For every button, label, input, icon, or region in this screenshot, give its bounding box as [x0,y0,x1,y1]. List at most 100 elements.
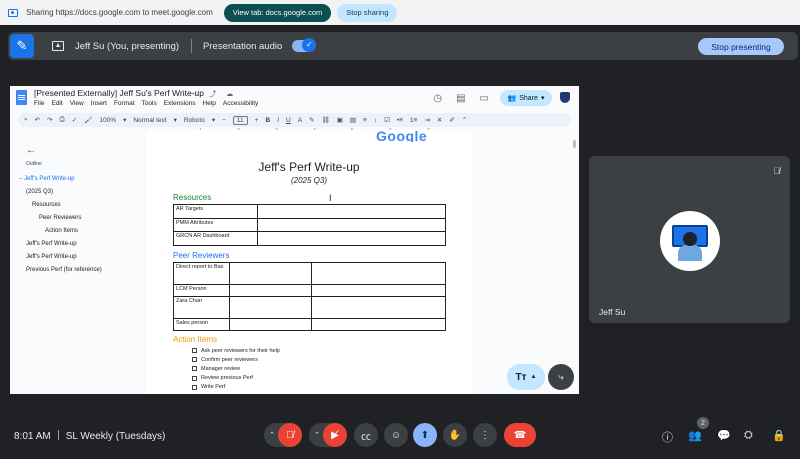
checkbox[interactable] [192,366,197,372]
host-controls-icon[interactable]: 🔒 [772,429,786,442]
leave-call-button[interactable]: ☎ [504,423,536,447]
table-cell[interactable] [311,262,446,285]
table-cell[interactable] [311,318,446,331]
meet-call-icon[interactable]: ▭ [480,93,489,104]
checkbox[interactable] [192,375,197,381]
raise-hand-button[interactable]: ✋ [443,423,467,447]
table-cell[interactable] [229,318,312,331]
activities-icon[interactable]: ⛭ [744,429,753,442]
back-arrow-icon[interactable]: ← [26,145,36,156]
search-menus-icon[interactable]: ⌕ [24,116,28,124]
table-cell[interactable]: PMM Attributes [173,217,258,232]
captions-button[interactable]: ㏄ [354,423,378,447]
paint-format-icon[interactable]: 🖌 [84,116,92,124]
camera-toggle-button[interactable]: ▶̸ [323,423,347,447]
spellcheck-icon[interactable]: ✓ [72,116,77,124]
outline-item[interactable]: Action Items [45,228,78,234]
outline-item[interactable]: Jeff's Perf Write-up [26,254,77,260]
account-avatar-icon[interactable] [560,92,570,103]
table-cell[interactable] [257,231,446,246]
people-icon[interactable]: 👥 [688,429,702,442]
table-cell[interactable] [229,262,312,285]
meeting-details-icon[interactable]: ⓘ [662,429,673,445]
italic-icon[interactable]: I [277,117,279,124]
stop-sharing-button[interactable]: Stop sharing [337,3,398,22]
clear-format-icon[interactable]: ✕ [437,116,442,124]
table-cell[interactable]: Direct report to Bas [173,262,230,285]
presentation-audio-toggle[interactable] [292,38,317,52]
text-color-icon[interactable]: A [298,117,302,124]
zoom-select[interactable]: 100% [99,117,116,124]
docs-scrollbar[interactable] [573,140,576,148]
menu-file[interactable]: File [34,100,44,107]
docs-logo-icon[interactable] [16,90,27,105]
meet-companion-icon[interactable]: ✎ [10,34,34,58]
table-cell[interactable] [229,284,312,297]
table-cell[interactable] [311,284,446,297]
table-cell[interactable]: AR Targets [173,204,258,219]
decrease-font-icon[interactable]: − [222,117,226,124]
outline-item[interactable]: Jeff's Perf Write-up [26,241,77,247]
bullet-list-icon[interactable]: •≡ [397,117,403,124]
view-tab-button[interactable]: View tab: docs.google.com [223,3,332,22]
document-title[interactable]: [Presented Externally] Jeff Su's Perf Wr… [34,88,204,98]
more-options-button[interactable]: ⋮ [473,423,497,447]
menu-help[interactable]: Help [203,100,216,107]
font-size-input[interactable]: 11 [232,115,248,125]
table-cell[interactable] [257,204,446,219]
numbered-list-icon[interactable]: 1≡ [410,117,417,124]
menu-insert[interactable]: Insert [91,100,107,107]
menu-format[interactable]: Format [114,100,135,107]
undo-icon[interactable]: ↶ [35,116,40,124]
table-cell[interactable] [229,296,312,319]
print-icon[interactable]: ⎙ [60,116,65,124]
menu-edit[interactable]: Edit [51,100,62,107]
increase-font-icon[interactable]: + [255,117,259,124]
redo-icon[interactable]: ↷ [47,116,52,124]
add-comment-icon[interactable]: ▣ [337,116,343,124]
caption-text-size-button[interactable]: Tт ▲ [507,364,545,390]
indent-icon[interactable]: ⇥ [424,116,429,124]
chat-icon[interactable]: 💬 [717,429,731,442]
menu-extensions[interactable]: Extensions [164,100,196,107]
font-select[interactable]: Roboto [184,117,205,124]
outline-item[interactable]: (2025 Q3) [26,189,53,195]
table-cell[interactable]: Zara Chan [173,296,230,319]
present-now-button[interactable]: ⬆ [413,423,437,447]
underline-icon[interactable]: U [286,117,291,124]
style-select[interactable]: Normal text [133,117,166,124]
insert-image-icon[interactable]: ▨ [350,116,356,124]
document-page[interactable]: Google Jeff's Perf Write-up (2025 Q3) Re… [146,130,472,394]
checklist-icon[interactable]: ☑ [384,116,390,124]
editing-mode-icon[interactable]: ✐ [449,116,454,124]
share-floating-button[interactable]: ⤷ [548,364,574,390]
comments-icon[interactable]: ▤ [456,93,465,104]
version-history-icon[interactable]: ◷ [433,93,442,104]
line-spacing-icon[interactable]: ↕ [374,117,377,124]
audio-settings-chevron-icon[interactable]: ⌃ [269,431,275,439]
align-icon[interactable]: ≡ [363,117,367,124]
docs-share-button[interactable]: 👥 Share ▾ [500,90,552,106]
checkbox[interactable] [192,384,197,390]
checkbox[interactable] [192,357,197,363]
table-cell[interactable] [257,217,446,232]
stop-presenting-button[interactable]: Stop presenting [698,38,784,55]
menu-accessibility[interactable]: Accessibility [223,100,258,107]
table-cell[interactable]: Sales person [173,318,230,331]
link-icon[interactable]: ⛓ [321,116,329,124]
checkbox[interactable] [192,348,197,354]
table-cell[interactable]: GRCN AR Dashboard [173,231,258,246]
outline-item[interactable]: – Jeff's Perf Write-up [19,176,75,182]
table-cell[interactable] [311,296,446,319]
participant-tile[interactable]: 🎙̸ Jeff Su [589,156,790,323]
table-cell[interactable]: LCM Person [173,284,230,297]
outline-item[interactable]: Previous Perf (for reference) [26,267,102,273]
star-icon[interactable]: ☆ ⤴ ☁ [193,89,237,99]
menu-view[interactable]: View [70,100,84,107]
highlight-icon[interactable]: ✎ [309,116,314,124]
outline-item[interactable]: Resources [32,202,61,208]
outline-item[interactable]: Peer Reviewers [39,215,81,221]
reactions-button[interactable]: ☺ [384,423,408,447]
bold-icon[interactable]: B [265,117,270,124]
mic-toggle-button[interactable]: 🎙̸ [278,423,302,447]
